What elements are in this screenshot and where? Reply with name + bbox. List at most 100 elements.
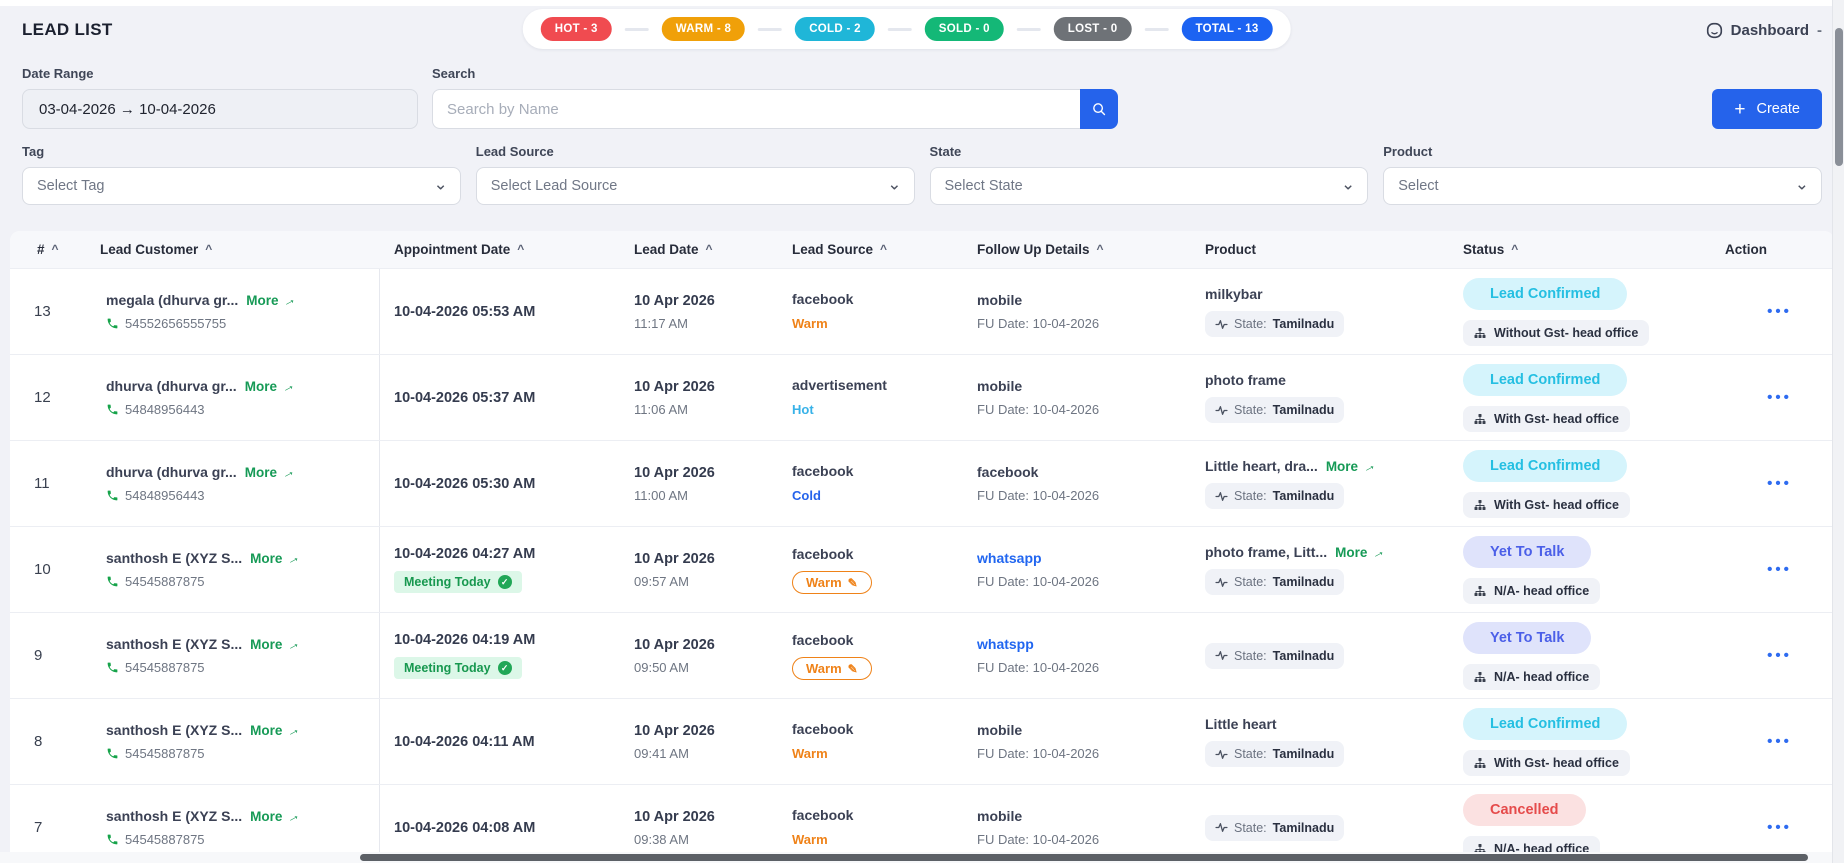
customer-phone: 54545887875 [125,574,205,589]
status-pill[interactable]: Yet To Talk [1463,622,1591,654]
appointment-datetime: 10-04-2026 05:53 AM [394,304,620,320]
customer-name: dhurva (dhurva gr... [106,464,237,480]
product-select[interactable]: Select ⌄ [1383,167,1822,205]
vertical-scrollbar[interactable] [1832,0,1844,863]
followup-date: FU Date: 10-04-2026 [977,660,1191,675]
status-pill[interactable]: Lead Confirmed [1463,278,1627,310]
customer-more-link[interactable]: More → [245,379,295,394]
column-header-label: Follow Up Details [977,242,1090,257]
create-button-label: Create [1756,101,1800,117]
search-button[interactable] [1080,89,1118,129]
state-badge: State: Tamilnadu [1205,569,1344,595]
customer-more-link[interactable]: More → [245,465,295,480]
lead-date: 10 Apr 2026 [634,379,778,395]
horizontal-scrollbar[interactable] [0,852,1832,863]
pill-separator [888,28,912,31]
product-name: Little heart [1205,716,1277,732]
create-button[interactable]: + Create [1712,89,1822,129]
lead-count-pill[interactable]: WARM - 8 [662,17,745,41]
lead-temperature-badge: Hot✎ [792,402,814,417]
gst-badge-label: N/A- head office [1494,670,1589,684]
gst-badge-label: Without Gst- head office [1494,326,1638,340]
lead-source-name: facebook [792,807,963,823]
state-select[interactable]: Select State ⌄ [930,167,1369,205]
status-pill[interactable]: Yet To Talk [1463,536,1591,568]
actions-menu-button[interactable]: ••• [1767,389,1792,406]
actions-menu-button[interactable]: ••• [1767,647,1792,664]
sitemap-icon [1474,327,1486,339]
date-range-input[interactable]: 03-04-2026 → 10-04-2026 [22,89,418,129]
actions-menu-button[interactable]: ••• [1767,475,1792,492]
customer-more-link[interactable]: More → [250,723,300,738]
customer-name: santhosh E (XYZ S... [106,636,242,652]
actions-menu-button[interactable]: ••• [1767,561,1792,578]
gst-badge: With Gst- head office [1463,492,1630,518]
table-row: 10 santhosh E (XYZ S... More → 545458878… [10,527,1834,613]
lead-temperature-badge: Warm✎ [792,571,872,594]
lead-source-select[interactable]: Select Lead Source ⌄ [476,167,915,205]
dropdown-caret-icon: - [1817,22,1822,39]
row-number: 10 [10,561,86,578]
column-header[interactable]: Status ^ [1449,242,1711,257]
search-input[interactable] [432,89,1080,129]
product-name: photo frame [1205,372,1286,388]
followup-date: FU Date: 10-04-2026 [977,316,1191,331]
product-more-link[interactable]: More → [1335,545,1385,560]
status-pill[interactable]: Lead Confirmed [1463,708,1627,740]
state-badge-label: State: [1234,489,1267,503]
column-header[interactable]: # ^ [10,242,86,257]
lead-count-pill[interactable]: HOT - 3 [541,17,612,41]
lead-list-page: LEAD LIST HOT - 3WARM - 8COLD - 2SOLD - … [0,0,1844,863]
gst-badge: Without Gst- head office [1463,320,1649,346]
column-header[interactable]: Action [1711,242,1834,257]
horizontal-scrollbar-thumb[interactable] [360,854,1808,861]
product-more-link[interactable]: More → [1326,459,1376,474]
state-badge-value: Tamilnadu [1273,489,1335,503]
column-header[interactable]: Lead Date ^ [620,242,778,257]
lead-count-pill[interactable]: TOTAL - 13 [1181,17,1272,41]
dashboard-link[interactable]: Dashboard - [1706,22,1822,39]
column-header[interactable]: Follow Up Details ^ [963,242,1191,257]
status-pill[interactable]: Lead Confirmed [1463,364,1627,396]
actions-menu-button[interactable]: ••• [1767,733,1792,750]
lead-count-pill[interactable]: LOST - 0 [1054,17,1132,41]
customer-phone: 54552656555755 [125,316,226,331]
pill-separator [1017,28,1041,31]
date-range-value: 03-04-2026 → 10-04-2026 [39,101,216,118]
column-header[interactable]: Appointment Date ^ [380,242,620,257]
lead-source-name: facebook [792,632,963,648]
top-bar: LEAD LIST HOT - 3WARM - 8COLD - 2SOLD - … [0,6,1844,54]
followup-channel: facebook [977,464,1191,480]
actions-menu-button[interactable]: ••• [1767,303,1792,320]
row-number: 11 [10,475,86,492]
column-header[interactable]: Lead Customer ^ [86,242,380,257]
column-header[interactable]: Product [1191,242,1449,257]
status-pill[interactable]: Lead Confirmed [1463,450,1627,482]
customer-more-link[interactable]: More → [250,637,300,652]
customer-more-link[interactable]: More → [246,293,296,308]
column-header-label: Lead Customer [100,242,198,257]
column-header-label: Product [1205,242,1256,257]
state-badge: State: Tamilnadu [1205,741,1344,767]
vertical-scrollbar-thumb[interactable] [1835,28,1843,166]
sitemap-icon [1474,499,1486,511]
chevron-down-icon: ⌄ [1341,176,1355,193]
row-number: 12 [10,389,86,406]
arrow-right-icon: → [283,548,302,568]
lead-count-pill[interactable]: COLD - 2 [795,17,875,41]
column-header-label: Appointment Date [394,242,510,257]
actions-menu-button[interactable]: ••• [1767,819,1792,836]
customer-more-link[interactable]: More → [250,551,300,566]
status-pill[interactable]: Cancelled [1463,794,1586,826]
customer-name: megala (dhurva gr... [106,292,238,308]
lead-temperature-label: Warm [792,746,828,761]
sort-caret-icon: ^ [517,242,524,256]
tag-select[interactable]: Select Tag ⌄ [22,167,461,205]
lead-temperature-label: Cold [792,488,821,503]
arrow-right-icon: → [283,634,302,654]
lead-time: 09:38 AM [634,832,778,847]
customer-more-link[interactable]: More → [250,809,300,824]
lead-count-pill[interactable]: SOLD - 0 [925,17,1004,41]
followup-date: FU Date: 10-04-2026 [977,832,1191,847]
column-header[interactable]: Lead Source ^ [778,242,963,257]
